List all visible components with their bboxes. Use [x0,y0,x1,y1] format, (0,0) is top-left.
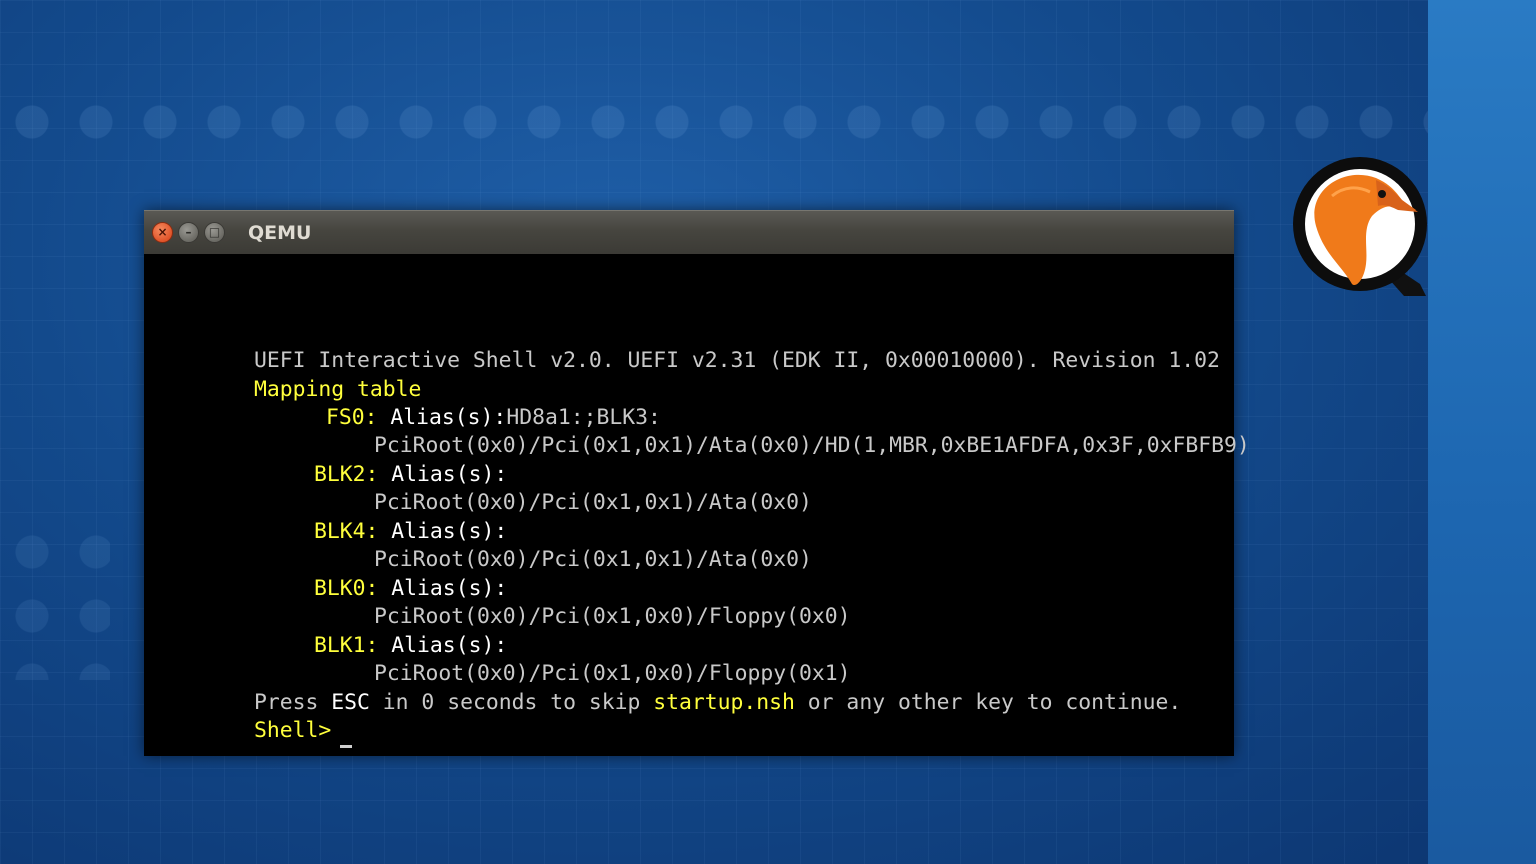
uefi-shell-screen[interactable]: UEFI Interactive Shell v2.0. UEFI v2.31 … [144,254,1250,756]
fs0-device-path: PciRoot(0x0)/Pci(0x1,0x1)/Ata(0x0)/HD(1,… [374,433,1250,458]
blk1-name: BLK1: [314,633,379,658]
blk4-entry: BLK4: Alias(s): [314,518,507,546]
blk2-device-path: PciRoot(0x0)/Pci(0x1,0x1)/Ata(0x0) [374,490,812,515]
blk0-alias-label: Alias(s): [391,576,508,601]
blk1-entry: BLK1: Alias(s): [314,632,507,660]
desktop-dot-pattern [0,90,1428,160]
desktop-dot-pattern-lower [0,520,110,680]
qemu-logo-icon [1293,157,1427,296]
blk0-name: BLK0: [314,576,379,601]
shell-prompt[interactable]: Shell> [254,717,344,745]
startup-middle: in 0 seconds to skip [369,690,654,715]
shell-header-line: UEFI Interactive Shell v2.0. UEFI v2.31 … [254,348,1220,373]
maximize-icon: □ [208,225,221,239]
minimize-button[interactable]: – [178,222,199,243]
desktop-right-band [1428,0,1536,864]
fs0-alias-value: HD8a1:;BLK3: [506,405,661,430]
fs0-entry: FS0: Alias(s):HD8a1:;BLK3: [326,404,661,432]
blk4-device-path: PciRoot(0x0)/Pci(0x1,0x1)/Ata(0x0) [374,547,812,572]
fs0-alias-label: Alias(s): [390,405,507,430]
startup-nsh-text: startup.nsh [653,690,795,715]
close-button[interactable]: × [152,222,173,243]
esc-key-text: ESC [331,690,370,715]
close-icon: × [157,225,168,239]
fs0-name: FS0: [326,405,378,430]
blk4-name: BLK4: [314,519,379,544]
window-titlebar[interactable]: × – □ QEMU [144,210,1234,255]
blk2-alias-label: Alias(s): [391,462,508,487]
startup-message: Press ESC in 0 seconds to skip startup.n… [254,689,1181,717]
blk1-device-path: PciRoot(0x0)/Pci(0x1,0x0)/Floppy(0x1) [374,661,851,686]
blk0-device-path: PciRoot(0x0)/Pci(0x1,0x0)/Floppy(0x0) [374,604,851,629]
startup-suffix: or any other key to continue. [794,690,1182,715]
minimize-icon: – [185,225,192,239]
maximize-button[interactable]: □ [204,222,225,243]
blk0-entry: BLK0: Alias(s): [314,575,507,603]
mapping-table-title: Mapping table [254,377,422,402]
blk2-entry: BLK2: Alias(s): [314,461,507,489]
startup-prefix: Press [254,690,332,715]
blk4-alias-label: Alias(s): [391,519,508,544]
text-cursor [340,745,352,748]
qemu-window[interactable]: × – □ QEMU UEFI Interactive Shell v2.0. … [144,210,1250,756]
window-title: QEMU [248,222,312,244]
blk1-alias-label: Alias(s): [391,633,508,658]
blk2-name: BLK2: [314,462,379,487]
